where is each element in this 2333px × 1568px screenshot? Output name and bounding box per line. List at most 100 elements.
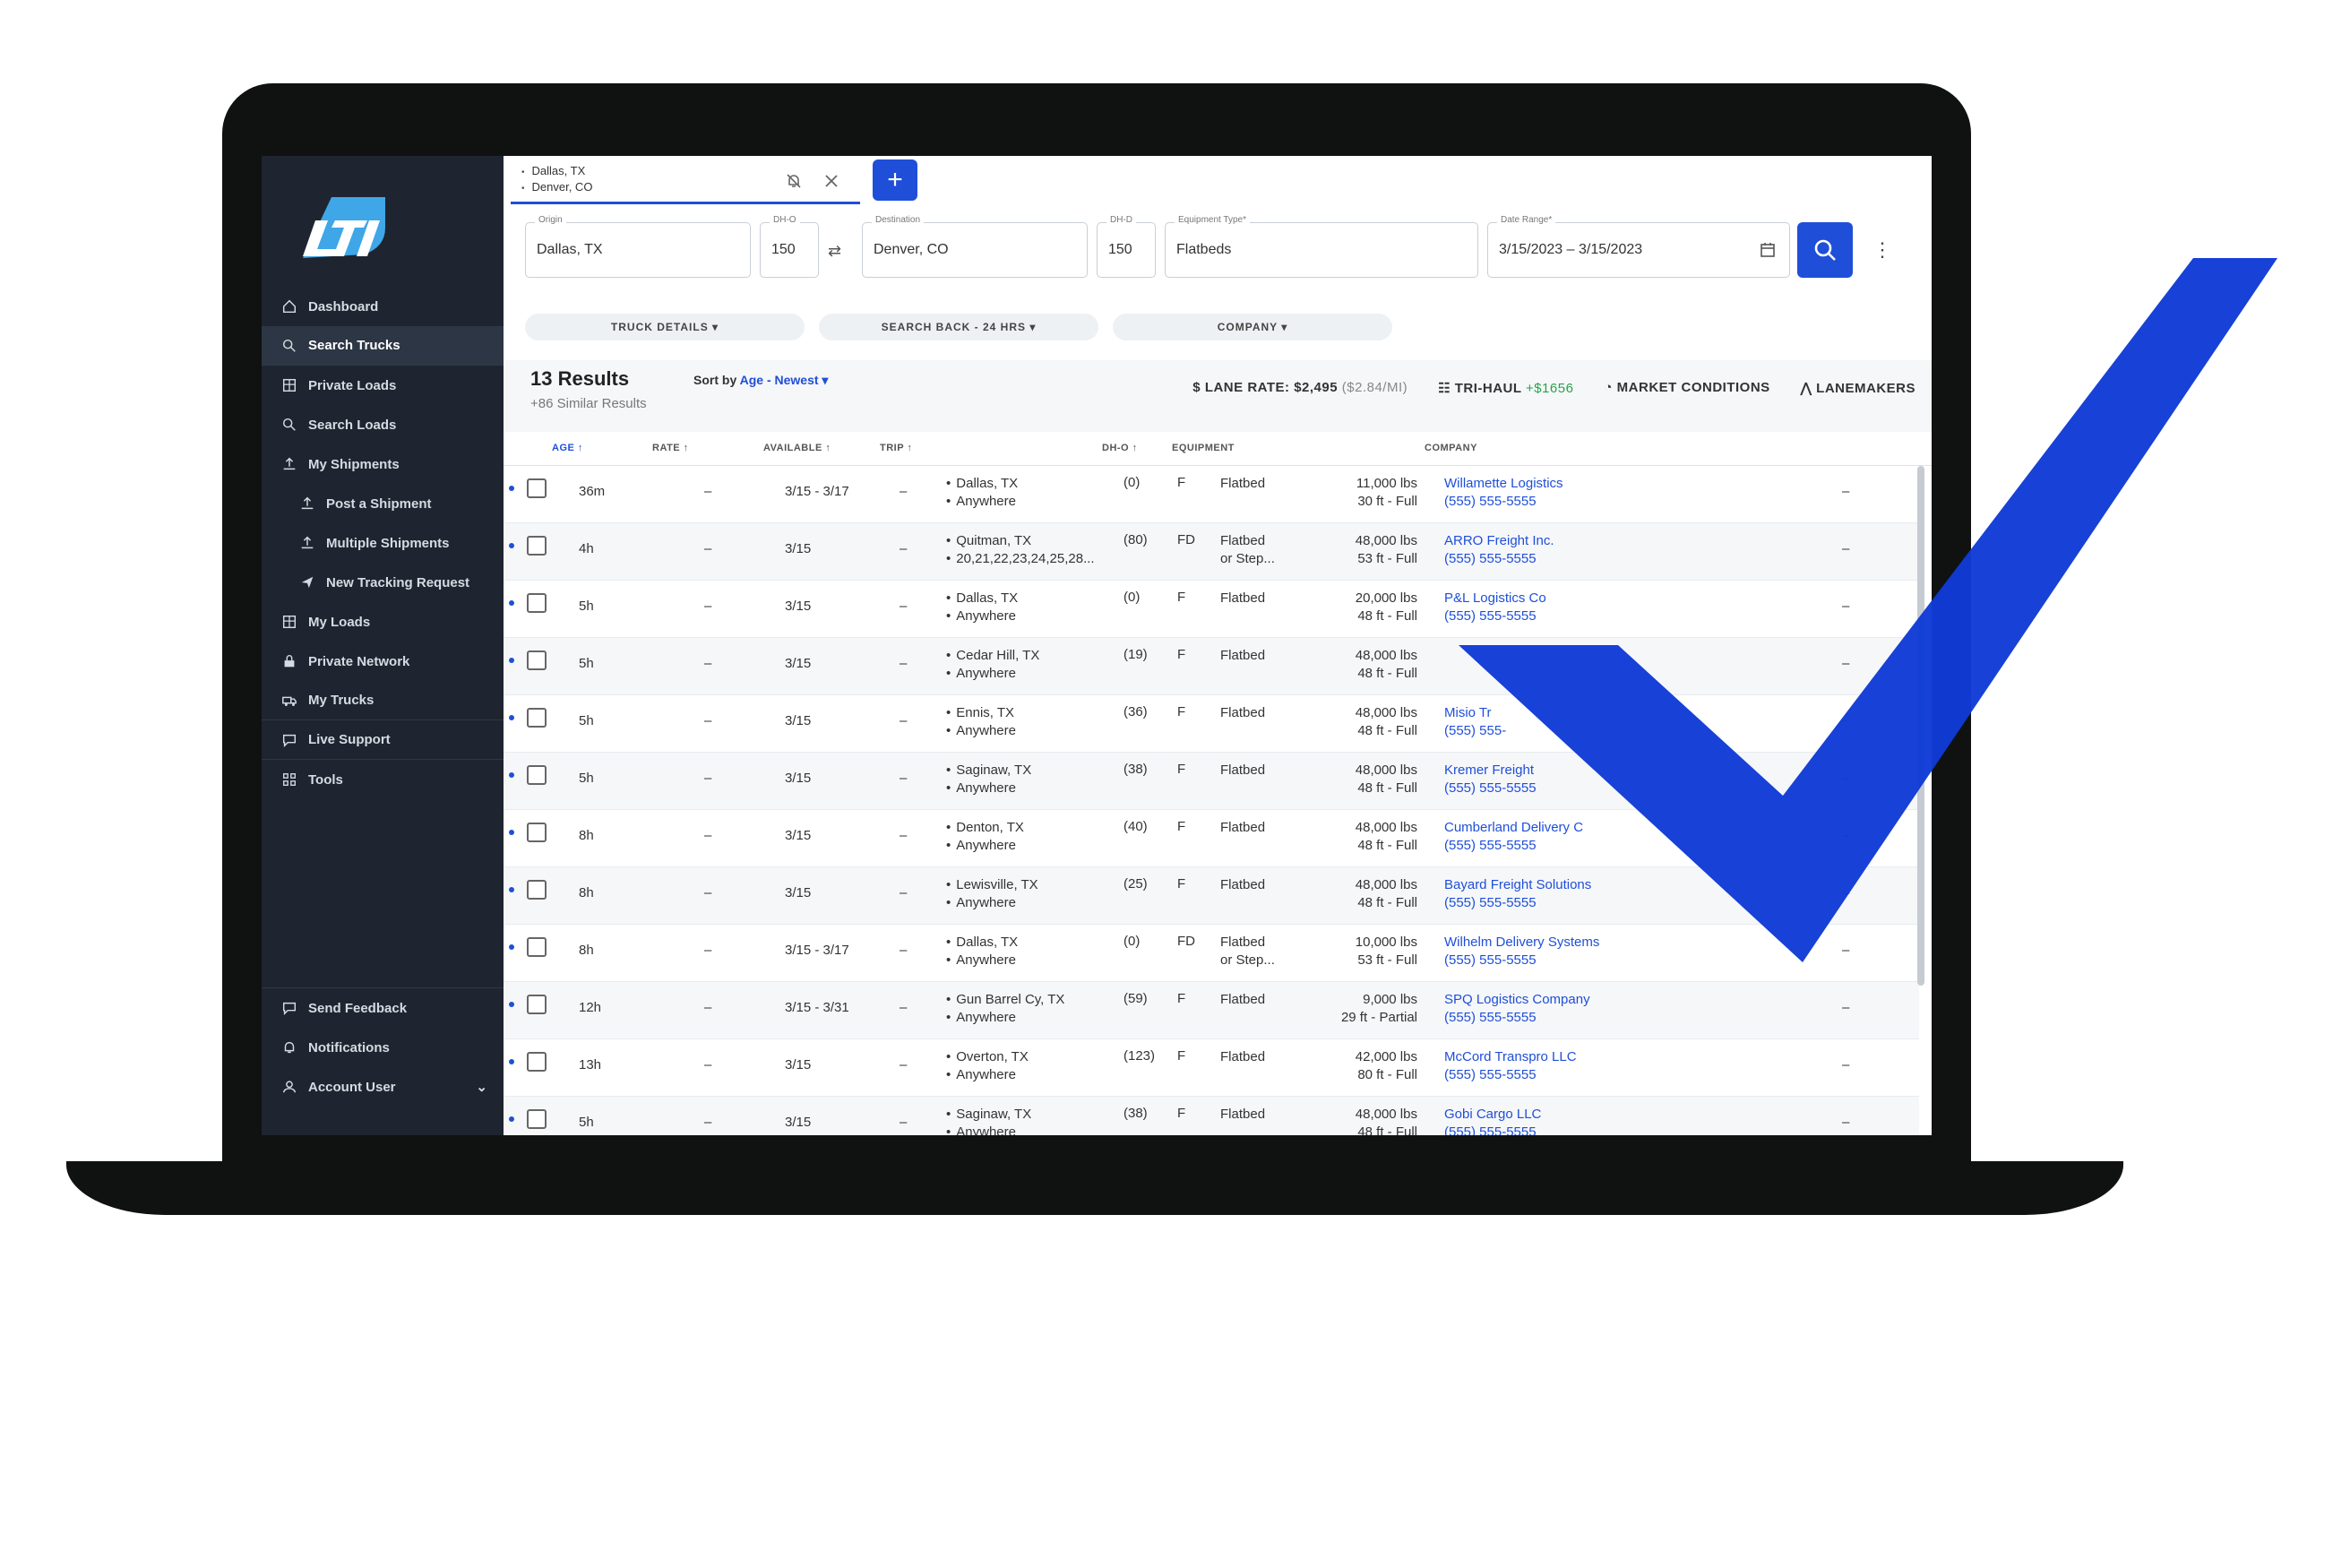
row-checkbox[interactable] [527,880,547,900]
bell-off-icon[interactable] [785,172,803,190]
company-name[interactable]: P&L Logistics Co [1444,590,1546,607]
sidebar-item-send-feedback[interactable]: Send Feedback [262,988,504,1028]
row-checkbox[interactable] [527,478,547,498]
sidebar-item-notifications[interactable]: Notifications [262,1028,504,1067]
filter-search-back[interactable]: SEARCH BACK - 24 HRS ▾ [819,314,1098,340]
filter-company[interactable]: COMPANY ▾ [1113,314,1392,340]
equipment-field[interactable]: Equipment Type* Flatbeds [1165,215,1478,278]
swap-icon[interactable]: ⇄ [828,242,841,261]
row-checkbox[interactable] [527,765,547,785]
market-conditions[interactable]: ◔ MARKET CONDITIONS [1604,380,1769,396]
table-row[interactable]: 4h – 3/15 – Quitman, TX20,21,22,23,24,25,28.… [504,523,1919,581]
sidebar-item-private-loads[interactable]: Private Loads [262,366,504,405]
company-name[interactable]: Bayard Freight Solutions [1444,876,1591,894]
sidebar-item-search-trucks[interactable]: Search Trucks [262,326,504,366]
calendar-icon[interactable] [1759,241,1777,259]
col-dho[interactable]: DH-O ↑ [1102,443,1138,453]
table-row[interactable]: 8h – 3/15 - 3/17 – Dallas, TXAnywhere (0) FD Fl… [504,925,1919,982]
cell-company[interactable]: Bayard Freight Solutions (555) 555-5555 [1444,876,1591,912]
company-name[interactable]: Cumberland Delivery C [1444,819,1583,837]
table-row[interactable]: 5h – 3/15 – Saginaw, TXAnywhere (38) F Flatbed 4… [504,753,1919,810]
col-available[interactable]: AVAILABLE ↑ [763,443,831,453]
sidebar-item-account-user[interactable]: Account User ⌄ [262,1067,504,1107]
table-row[interactable]: 8h – 3/15 – Lewisville, TXAnywhere (25) F Flatb… [504,867,1919,925]
chevron-down-icon[interactable]: ⌄ [476,1079,487,1095]
add-search-button[interactable]: + [873,159,917,201]
table-row[interactable]: 5h – 3/15 – Saginaw, TXAnywhere (38) F Flatbed 4… [504,1097,1919,1135]
sidebar-item-tools[interactable]: Tools [262,760,504,799]
cell-company[interactable]: Kremer Freight (555) 555-5555 [1444,762,1537,797]
table-row[interactable]: 12h – 3/15 - 3/31 – Gun Barrel Cy, TXAnywher… [504,982,1919,1039]
row-checkbox[interactable] [527,1052,547,1072]
company-name[interactable]: SPQ Logistics Company [1444,991,1590,1009]
company-name[interactable]: Gobi Cargo LLC [1444,1106,1541,1124]
company-name[interactable]: Willamette Logistics [1444,475,1563,493]
company-name[interactable]: Wilhelm Delivery Systems [1444,934,1599,952]
company-phone[interactable]: (555) 555-5555 [1444,780,1537,797]
sidebar-item-multiple-shipments[interactable]: Multiple Shipments [262,523,504,563]
cell-company[interactable]: Wilhelm Delivery Systems (555) 555-5555 [1444,934,1599,969]
sidebar-item-new-tracking-request[interactable]: New Tracking Request [262,563,504,602]
tri-haul[interactable]: ☷ TRI-HAUL +$1656 [1438,380,1573,396]
table-row[interactable]: 5h – 3/15 – Ennis, TXAnywhere (36) F Flatbed 48,… [504,695,1919,753]
filter-truck-details[interactable]: TRUCK DETAILS ▾ [525,314,805,340]
col-trip[interactable]: TRIP ↑ [880,443,912,453]
table-row[interactable]: 8h – 3/15 – Denton, TXAnywhere (40) F Flatbed 48… [504,810,1919,867]
search-button[interactable] [1797,222,1853,278]
close-icon[interactable] [822,172,840,190]
sidebar-item-search-loads[interactable]: Search Loads [262,405,504,444]
company-name[interactable]: Misio Tr [1444,704,1506,722]
cell-company[interactable]: SPQ Logistics Company (555) 555-5555 [1444,991,1590,1027]
company-phone[interactable]: (555) 555-5555 [1444,952,1599,969]
table-row[interactable]: 5h – 3/15 – Cedar Hill, TXAnywhere (19) F Flatb… [504,638,1919,695]
cell-company[interactable]: Misio Tr (555) 555- [1444,704,1506,740]
cell-company[interactable]: McCord Transpro LLC (555) 555-5555 [1444,1048,1577,1084]
cell-company[interactable]: Gobi Cargo LLC (555) 555-5555 [1444,1106,1541,1135]
table-row[interactable]: 13h – 3/15 – Overton, TXAnywhere (123) F Flatbe… [504,1039,1919,1097]
cell-company[interactable]: Cumberland Delivery C (555) 555-5555 [1444,819,1583,855]
company-phone[interactable]: (555) 555-5555 [1444,607,1546,625]
destination-field[interactable]: Destination Denver, CO [862,215,1088,278]
company-name[interactable]: Kremer Freight [1444,762,1537,780]
cell-company[interactable]: ARRO Freight Inc. (555) 555-5555 [1444,532,1554,568]
row-checkbox[interactable] [527,708,547,728]
company-phone[interactable]: (555) 555-5555 [1444,894,1591,912]
company-phone[interactable]: (555) 555-5555 [1444,837,1583,855]
company-phone[interactable]: (555) 555-5555 [1444,1066,1577,1084]
search-tab[interactable]: Dallas, TX Denver, CO [511,158,860,204]
company-name[interactable]: McCord Transpro LLC [1444,1048,1577,1066]
table-row[interactable]: 36m – 3/15 - 3/17 – Dallas, TXAnywhere (0) F Fl… [504,466,1919,523]
sidebar-item-my-loads[interactable]: My Loads [262,602,504,642]
company-phone[interactable]: (555) 555-5555 [1444,550,1554,568]
row-checkbox[interactable] [527,593,547,613]
cell-company[interactable]: P&L Logistics Co (555) 555-5555 [1444,590,1546,625]
company-phone[interactable]: (555) 555-5555 [1444,1124,1541,1135]
row-checkbox[interactable] [527,650,547,670]
sidebar-item-live-support[interactable]: Live Support [262,720,504,760]
sort-control[interactable]: Sort by Age - Newest ▾ [693,373,828,388]
row-checkbox[interactable] [527,995,547,1014]
similar-results-link[interactable]: +86 Similar Results [530,396,647,411]
cell-company[interactable]: Willamette Logistics (555) 555-5555 [1444,475,1563,511]
dhd-field[interactable]: DH-D 150 [1097,215,1156,278]
more-options-icon[interactable]: ⋮ [1872,238,1892,262]
sidebar-item-my-shipments[interactable]: My Shipments [262,444,504,484]
table-row[interactable]: 5h – 3/15 – Dallas, TXAnywhere (0) F Flatbed 20,… [504,581,1919,638]
col-rate[interactable]: RATE ↑ [652,443,689,453]
row-checkbox[interactable] [527,937,547,957]
sidebar-item-dashboard[interactable]: Dashboard [262,287,504,326]
row-checkbox[interactable] [527,1109,547,1129]
sidebar-item-my-trucks[interactable]: My Trucks [262,681,504,720]
col-age[interactable]: AGE ↑ [552,443,583,453]
origin-field[interactable]: Origin Dallas, TX [525,215,751,278]
row-checkbox[interactable] [527,823,547,842]
date-range-field[interactable]: Date Range* 3/15/2023 – 3/15/2023 [1487,215,1790,278]
company-phone[interactable]: (555) 555-5555 [1444,493,1563,511]
table-scrollbar[interactable] [1917,466,1924,986]
company-name[interactable]: ARRO Freight Inc. [1444,532,1554,550]
lanemakers[interactable]: ⋀ LANEMAKERS [1801,380,1915,396]
company-phone[interactable]: (555) 555- [1444,722,1506,740]
sidebar-item-private-network[interactable]: Private Network [262,642,504,681]
lane-rate[interactable]: $ LANE RATE: $2,495 ($2.84/MI) [1192,380,1408,396]
row-checkbox[interactable] [527,536,547,556]
